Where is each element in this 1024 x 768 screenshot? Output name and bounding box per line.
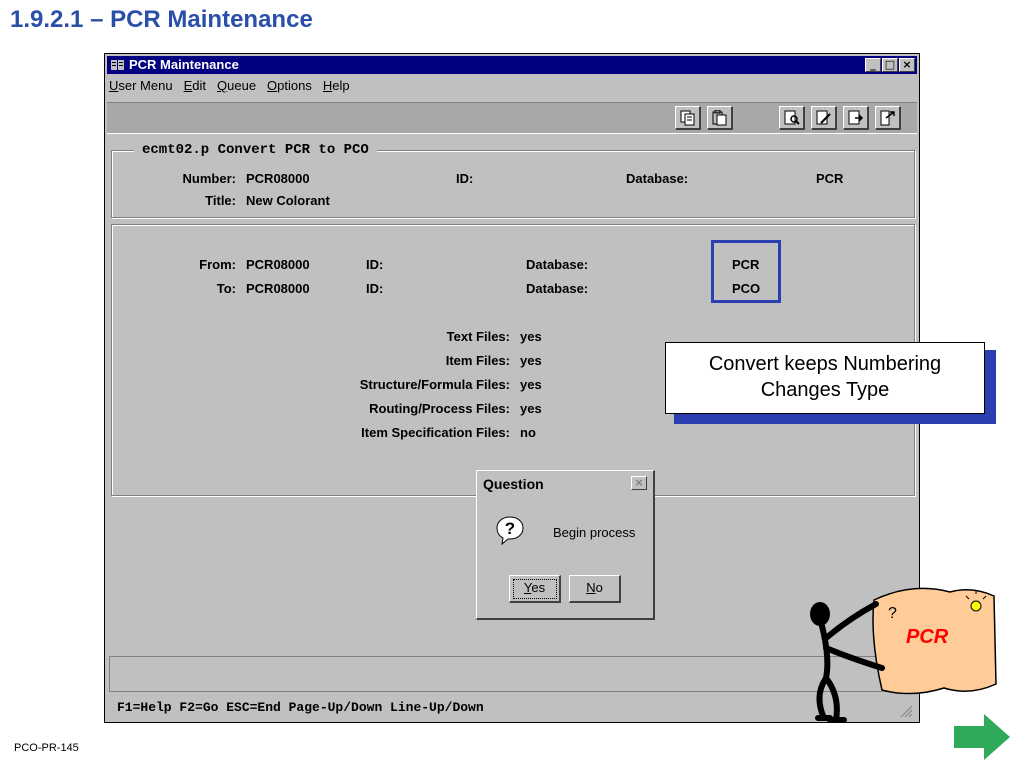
edit-record-button[interactable] [811,106,837,130]
dialog-message: Begin process [553,525,636,540]
edit-doc-icon [816,110,831,125]
export-doc-icon [848,110,864,125]
app-icon [111,60,124,70]
menu-edit[interactable]: Edit [184,78,206,98]
function-key-help: F1=Help F2=Go ESC=End Page-Up/Down Line-… [117,700,484,715]
dialog-titlebar[interactable]: Question × [479,473,651,495]
toolbar [107,102,917,134]
program-caption: ecmt02.p Convert PCR to PCO [134,142,377,158]
item-spec-files-value: no [520,425,536,440]
svg-text:?: ? [888,605,897,622]
no-button[interactable]: No [569,575,621,603]
menu-bar: User Menu Edit Queue Options Help [109,78,361,98]
pcr-sign-text: PCR [906,626,949,648]
minimize-button[interactable]: _ [865,58,881,72]
window-title: PCR Maintenance [129,57,239,72]
to-label: To: [216,281,236,296]
structure-files-value: yes [520,377,542,392]
dialog-close-button[interactable]: × [631,476,647,490]
window-titlebar[interactable]: PCR Maintenance _ □ × [107,56,917,74]
item-files-label: Item Files: [445,353,510,368]
to-id-label: ID: [366,281,384,296]
from-number: PCR08000 [246,257,310,272]
text-files-label: Text Files: [446,329,510,344]
copy-button[interactable] [675,106,701,130]
mascot-illustration: ? [810,587,997,723]
to-database-label: Database: [526,281,589,296]
database-label: Database: [626,171,689,186]
header-group: ecmt02.p Convert PCR to PCO Number: PCR0… [111,142,915,218]
menu-user-menu[interactable]: User Menu [109,78,173,98]
menu-options[interactable]: Options [267,78,312,98]
from-database-label: Database: [526,257,589,272]
next-arrow-icon[interactable] [952,712,1012,762]
number-value: PCR08000 [246,171,310,186]
slide-footer-code: PCO-PR-145 [14,742,79,754]
paste-button[interactable] [707,106,733,130]
dialog-title: Question [483,476,544,492]
title-label: Title: [205,193,236,208]
routing-files-value: yes [520,401,542,416]
database-highlight-box [711,240,781,303]
menu-help[interactable]: Help [323,78,350,98]
search-doc-icon [784,110,800,125]
toolbar-spacer [747,106,775,130]
to-number: PCR08000 [246,281,310,296]
id-label: ID: [456,171,474,186]
from-id-label: ID: [366,257,384,272]
paste-icon [712,110,727,126]
database-value: PCR [816,171,844,186]
text-files-value: yes [520,329,542,344]
export-button[interactable] [843,106,869,130]
find-button[interactable] [779,106,805,130]
question-icon: ? [496,516,524,545]
item-spec-files-label: Item Specification Files: [361,425,510,440]
lightbulb-icon [970,600,982,612]
title-value: New Colorant [246,193,330,208]
callout-line-2: Changes Type [760,379,890,401]
structure-files-label: Structure/Formula Files: [359,377,510,392]
svg-text:?: ? [505,519,515,538]
copy-icon [680,110,695,126]
callout-note: Convert keeps Numbering Changes Type [665,342,985,414]
callout-line-1: Convert keeps Numbering [708,353,942,375]
item-files-value: yes [520,353,542,368]
message-area [109,656,917,692]
slide-title: 1.9.2.1 – PCR Maintenance [10,6,313,33]
exit-button[interactable] [875,106,901,130]
close-button[interactable]: × [899,58,915,72]
number-label: Number: [182,171,236,186]
routing-files-label: Routing/Process Files: [369,401,510,416]
exit-door-icon [880,110,895,126]
yes-button[interactable]: Yes [509,575,561,603]
from-label: From: [199,257,236,272]
menu-queue[interactable]: Queue [217,78,256,98]
question-dialog: Question × ? Begin process Yes No [476,470,655,620]
maximize-button[interactable]: □ [882,58,898,72]
